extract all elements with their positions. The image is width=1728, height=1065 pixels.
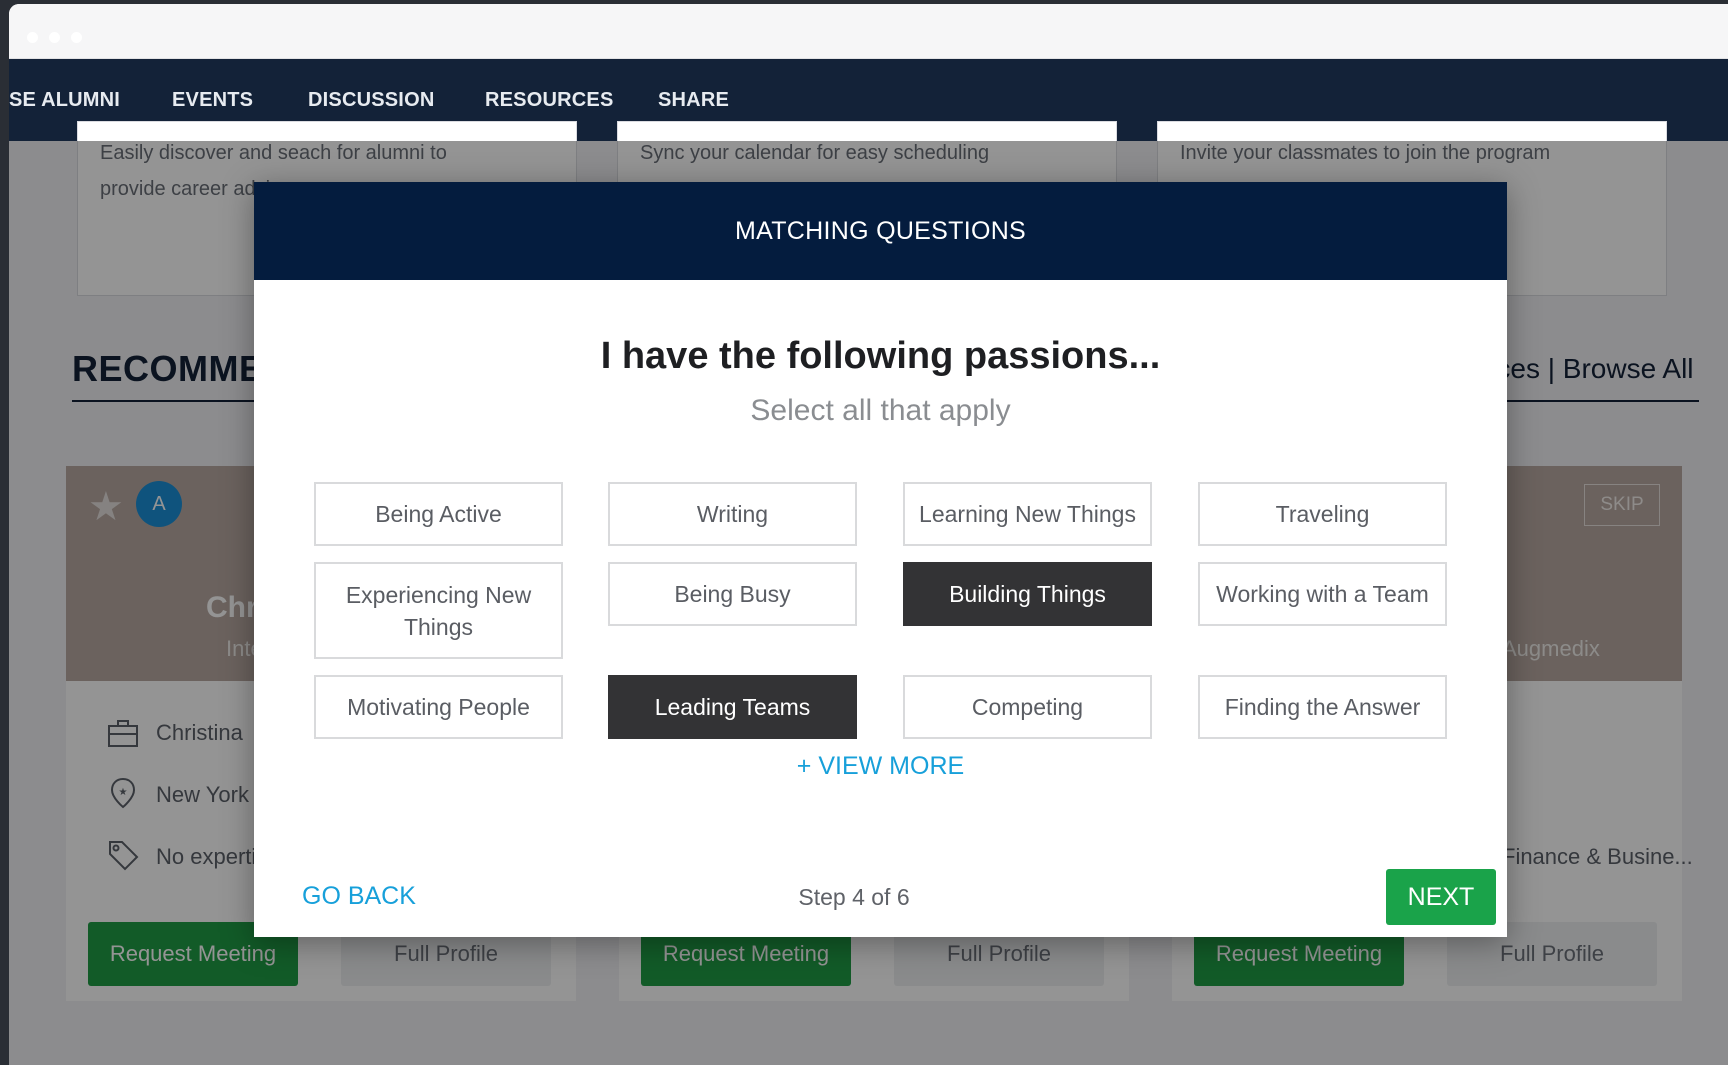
option-traveling[interactable]: Traveling [1198,482,1447,546]
title-bar [9,4,1728,59]
next-button[interactable]: NEXT [1386,869,1496,925]
question-instructions: Select all that apply [750,394,1011,427]
option-learning-new-things[interactable]: Learning New Things [903,482,1152,546]
option-building-things[interactable]: Building Things [903,562,1152,626]
modal-header: MATCHING QUESTIONS [254,182,1507,280]
matching-questions-modal: MATCHING QUESTIONS I have the following … [254,182,1507,937]
option-experiencing-new-things[interactable]: Experiencing New Things [314,562,563,659]
option-being-active[interactable]: Being Active [314,482,563,546]
window-maximize-dot[interactable] [71,32,82,43]
window-minimize-dot[interactable] [49,32,60,43]
option-writing[interactable]: Writing [608,482,857,546]
option-working-with-a-team[interactable]: Working with a Team [1198,562,1447,626]
view-more-link[interactable]: + VIEW MORE [254,752,1507,781]
step-indicator: Step 4 of 6 [798,884,910,910]
option-competing[interactable]: Competing [903,675,1152,739]
option-leading-teams[interactable]: Leading Teams [608,675,857,739]
question-heading: I have the following passions... [600,335,1161,377]
option-finding-the-answer[interactable]: Finding the Answer [1198,675,1447,739]
option-being-busy[interactable]: Being Busy [608,562,857,626]
option-motivating-people[interactable]: Motivating People [314,675,563,739]
window-close-dot[interactable] [27,32,38,43]
